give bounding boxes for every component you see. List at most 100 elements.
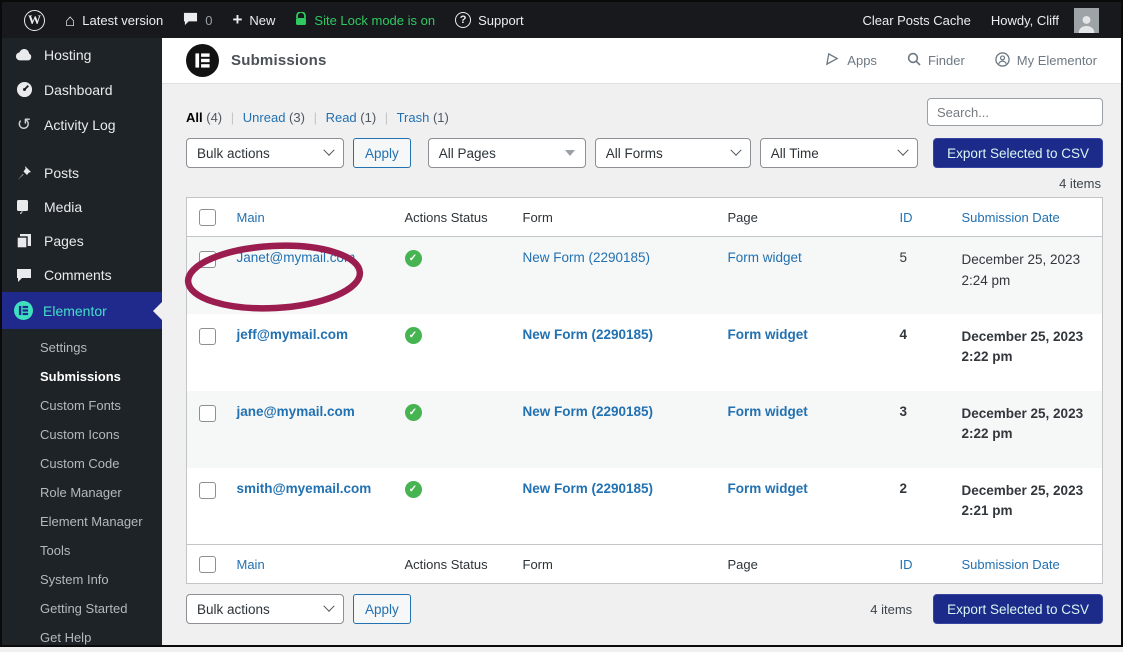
view-read-count: (1) xyxy=(360,110,376,125)
submenu-custom-code[interactable]: Custom Code xyxy=(2,449,162,478)
submenu-custom-fonts[interactable]: Custom Fonts xyxy=(2,391,162,420)
view-trash[interactable]: Trash xyxy=(397,110,430,125)
submenu-element-manager[interactable]: Element Manager xyxy=(2,507,162,536)
submenu-get-help[interactable]: Get Help xyxy=(2,623,162,652)
question-icon: ? xyxy=(455,12,471,28)
all-forms-select[interactable]: All Forms xyxy=(595,138,751,168)
table-row: Janet@mymail.com New Form (2290185) Form… xyxy=(187,237,1103,314)
bulk-actions-select[interactable]: Bulk actions xyxy=(186,138,344,168)
submenu-tools[interactable]: Tools xyxy=(2,536,162,565)
sitelock-label: Site Lock mode is on xyxy=(314,13,435,28)
form-link[interactable]: New Form (2290185) xyxy=(523,404,654,419)
chevron-down-icon xyxy=(897,145,908,156)
chevron-down-icon xyxy=(323,145,334,156)
submenu-settings[interactable]: Settings xyxy=(2,333,162,362)
view-trash-count: (1) xyxy=(433,110,449,125)
export-csv-button-bottom[interactable]: Export Selected to CSV xyxy=(933,594,1103,624)
sidebar-item-pages[interactable]: Pages xyxy=(2,224,162,258)
apps-link[interactable]: Apps xyxy=(825,52,877,69)
column-form: Form xyxy=(513,198,718,237)
page-link[interactable]: Form widget xyxy=(728,404,808,419)
select-all-checkbox[interactable] xyxy=(199,556,216,573)
select-all-checkbox[interactable] xyxy=(199,209,216,226)
column-submission-date[interactable]: Submission Date xyxy=(952,545,1103,584)
search-input[interactable] xyxy=(927,98,1103,126)
sidebar-item-elementor[interactable]: Elementor xyxy=(2,292,162,329)
date-text: December 25, 2023 xyxy=(962,327,1093,348)
page-link[interactable]: Form widget xyxy=(728,327,808,342)
table-row: jeff@mymail.com New Form (2290185) Form … xyxy=(187,314,1103,391)
sidebar-separator xyxy=(2,142,162,156)
submission-link[interactable]: jane@mymail.com xyxy=(237,404,355,419)
elementor-logo-icon xyxy=(186,44,219,77)
submenu-system-info[interactable]: System Info xyxy=(2,565,162,594)
sidebar-item-activity-log[interactable]: ↺ Activity Log xyxy=(2,107,162,142)
view-unread[interactable]: Unread xyxy=(243,110,286,125)
row-checkbox[interactable] xyxy=(199,405,216,422)
page-link[interactable]: Form widget xyxy=(728,481,808,496)
view-all-count: (4) xyxy=(206,110,222,125)
form-link[interactable]: New Form (2290185) xyxy=(523,481,654,496)
comments-admin-link[interactable]: 0 xyxy=(173,2,222,38)
account-menu[interactable]: Howdy, Cliff xyxy=(981,8,1109,33)
export-csv-button[interactable]: Export Selected to CSV xyxy=(933,138,1103,168)
pages-icon xyxy=(14,233,34,249)
row-checkbox[interactable] xyxy=(199,482,216,499)
sidebar-item-hosting[interactable]: Hosting xyxy=(2,38,162,72)
all-time-select[interactable]: All Time xyxy=(760,138,918,168)
sidebar-item-posts[interactable]: Posts xyxy=(2,156,162,190)
page-link[interactable]: Form widget xyxy=(728,250,802,265)
wordpress-menu[interactable]: W xyxy=(14,2,55,38)
column-id[interactable]: ID xyxy=(890,198,952,237)
all-forms-label: All Forms xyxy=(606,146,720,161)
submission-id: 3 xyxy=(890,391,952,468)
finder-label: Finder xyxy=(928,53,965,68)
sidebar-item-dashboard[interactable]: Dashboard xyxy=(2,72,162,107)
user-circle-icon xyxy=(995,52,1010,70)
all-pages-select[interactable]: All Pages xyxy=(428,138,586,168)
sidebar-item-label: Hosting xyxy=(44,47,91,63)
column-page: Page xyxy=(718,198,890,237)
sidebar-item-label: Media xyxy=(44,199,82,215)
apply-button-bottom[interactable]: Apply xyxy=(353,594,411,624)
sitelock-status[interactable]: Site Lock mode is on xyxy=(285,2,445,38)
submission-link[interactable]: smith@myemail.com xyxy=(237,481,372,496)
submission-id: 5 xyxy=(890,237,952,314)
bulk-actions-select-bottom[interactable]: Bulk actions xyxy=(186,594,344,624)
submenu-getting-started[interactable]: Getting Started xyxy=(2,594,162,623)
form-link[interactable]: New Form (2290185) xyxy=(523,250,651,265)
column-main[interactable]: Main xyxy=(227,545,395,584)
comments-icon xyxy=(14,268,34,283)
column-main[interactable]: Main xyxy=(227,198,395,237)
submission-date: December 25, 2023 2:21 pm xyxy=(952,468,1103,545)
submenu-role-manager[interactable]: Role Manager xyxy=(2,478,162,507)
submission-link[interactable]: jeff@mymail.com xyxy=(237,327,348,342)
form-link[interactable]: New Form (2290185) xyxy=(523,327,654,342)
view-all[interactable]: All xyxy=(186,110,203,125)
my-elementor-link[interactable]: My Elementor xyxy=(995,52,1097,70)
table-footer-row: Main Actions Status Form Page ID Submiss… xyxy=(187,545,1103,584)
comment-bubble-icon xyxy=(183,12,198,29)
finder-link[interactable]: Finder xyxy=(907,52,965,69)
view-read[interactable]: Read xyxy=(326,110,357,125)
submission-link[interactable]: Janet@mymail.com xyxy=(237,250,356,265)
column-id[interactable]: ID xyxy=(890,545,952,584)
support-link[interactable]: ? Support xyxy=(445,2,534,38)
submenu-custom-icons[interactable]: Custom Icons xyxy=(2,420,162,449)
apps-icon xyxy=(825,52,840,69)
row-checkbox[interactable] xyxy=(199,251,216,268)
view-separator: | xyxy=(385,110,388,125)
sidebar-item-media[interactable]: ♪ Media xyxy=(2,190,162,224)
search-icon xyxy=(907,52,921,69)
date-text: December 25, 2023 xyxy=(962,404,1093,425)
column-submission-date[interactable]: Submission Date xyxy=(952,198,1103,237)
clear-posts-cache-button[interactable]: Clear Posts Cache xyxy=(852,13,980,28)
submenu-submissions[interactable]: Submissions xyxy=(2,362,162,391)
site-name-link[interactable]: ⌂ Latest version xyxy=(55,2,173,38)
support-label: Support xyxy=(478,13,524,28)
apply-button[interactable]: Apply xyxy=(353,138,411,168)
new-content-link[interactable]: + New xyxy=(222,2,285,38)
sidebar-item-comments[interactable]: Comments xyxy=(2,258,162,292)
submission-date: December 25, 2023 2:22 pm xyxy=(952,314,1103,391)
row-checkbox[interactable] xyxy=(199,328,216,345)
